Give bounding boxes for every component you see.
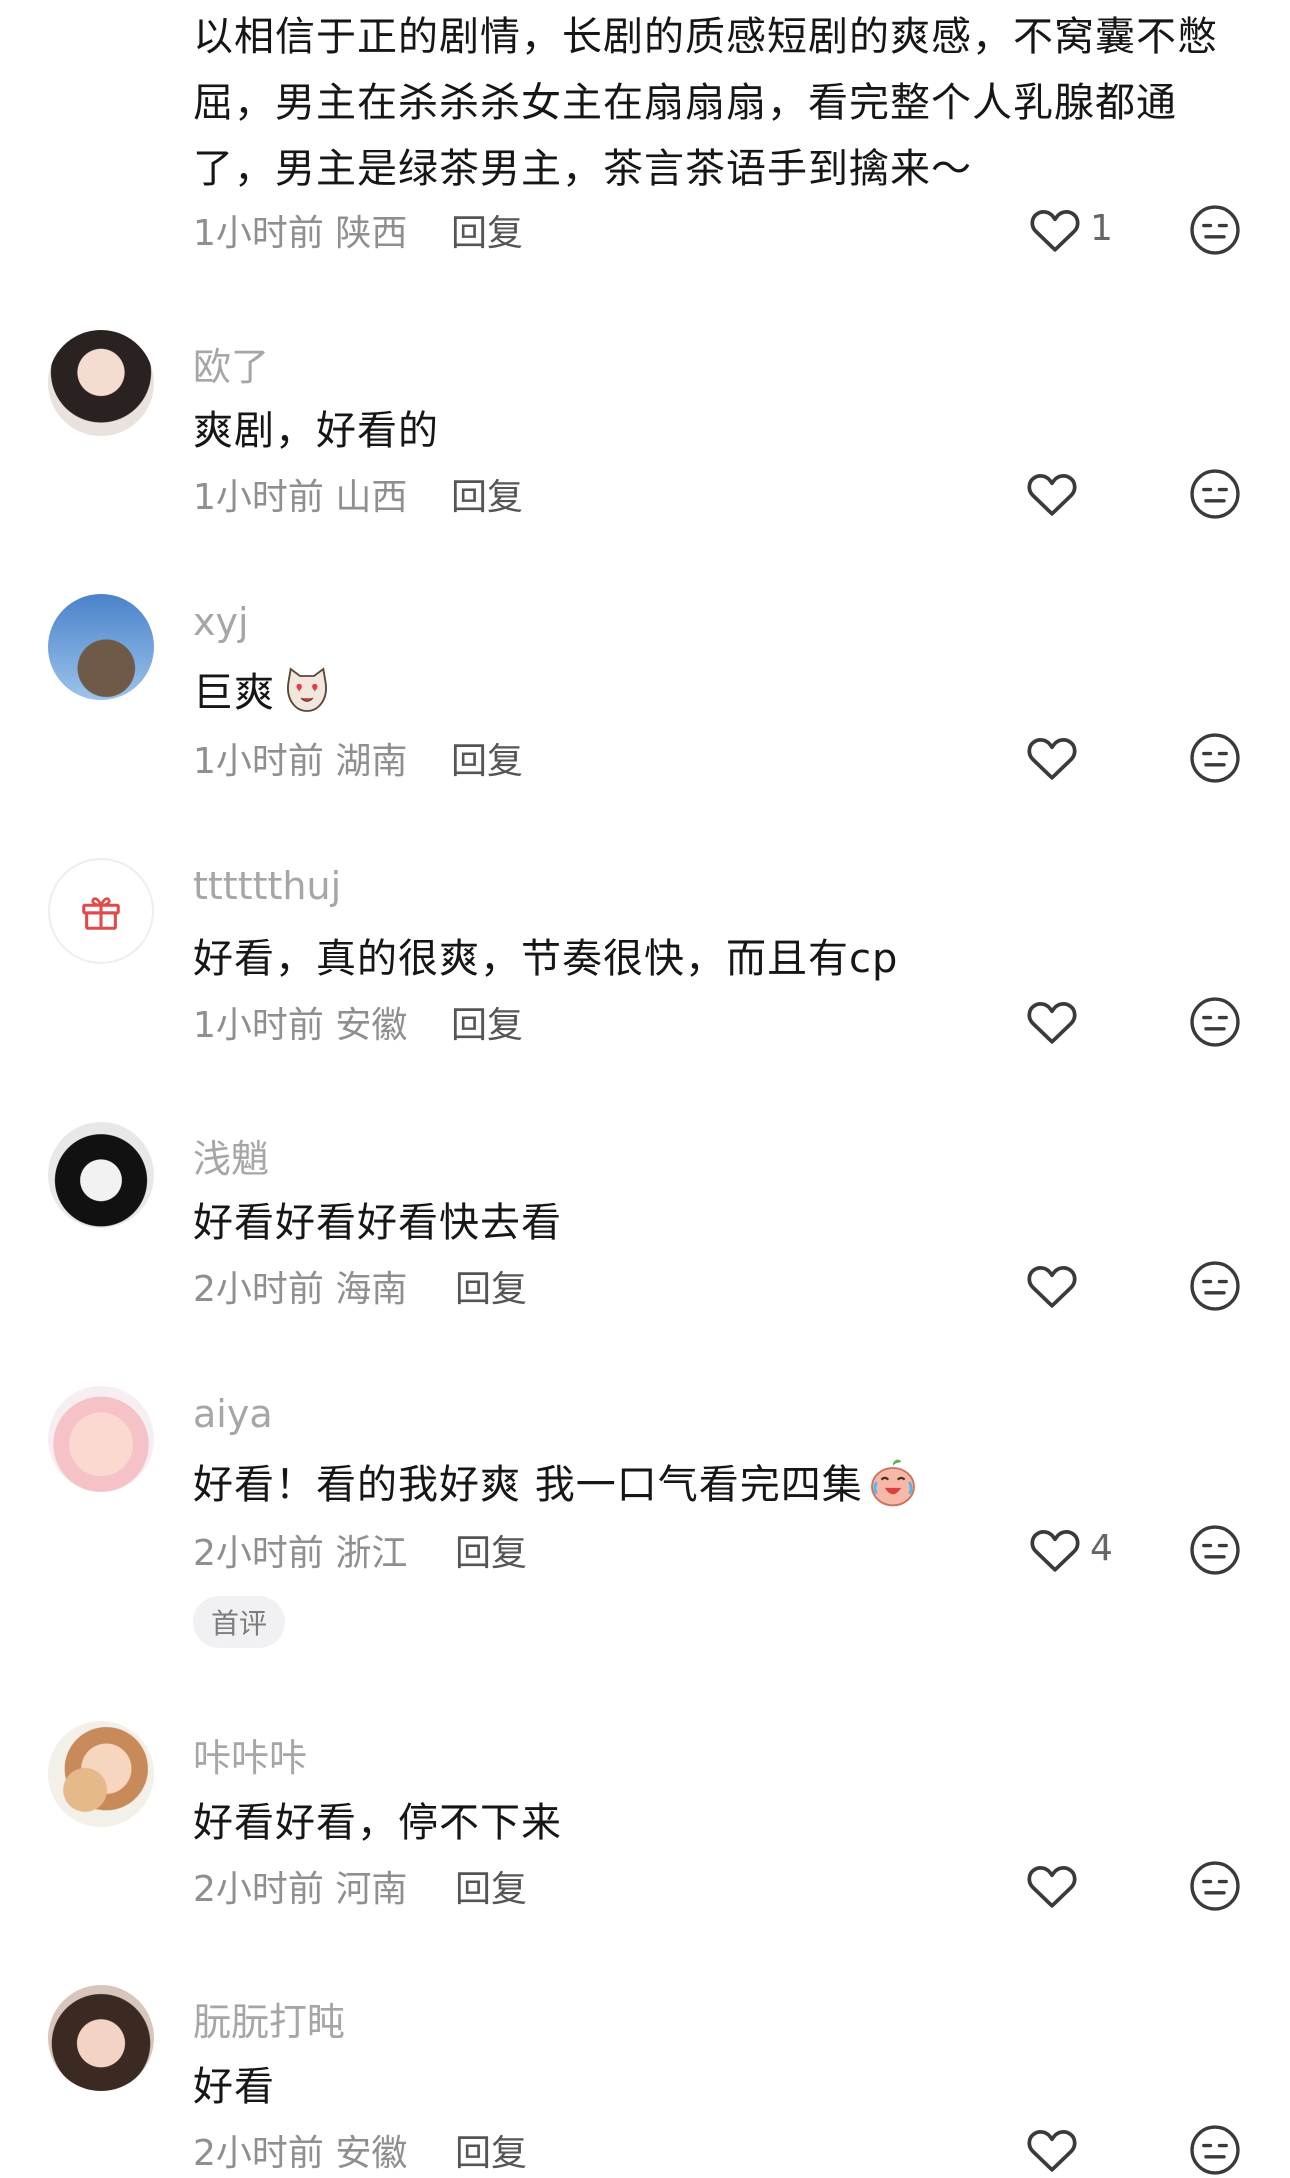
neutral-face-icon[interactable] (1188, 995, 1242, 1049)
comment-region: 海南 (335, 1269, 408, 1310)
avatar[interactable] (48, 330, 154, 436)
comment-time: 1小时前 (193, 213, 324, 254)
avatar[interactable] (48, 1122, 154, 1228)
neutral-face-icon[interactable] (1188, 1259, 1242, 1313)
comment-text-body: 好看！看的我好爽 我一口气看完四集 (193, 1462, 863, 1508)
comment-time: 1小时前 (193, 741, 324, 782)
heart-outline-icon[interactable] (1027, 1522, 1083, 1578)
neutral-face-icon[interactable] (1188, 203, 1242, 257)
heart-outline-icon[interactable] (1024, 2122, 1080, 2178)
username[interactable]: xyj (193, 600, 249, 644)
username[interactable]: 欧了 (193, 336, 269, 391)
comment-meta: 2小时前 海南 (193, 1260, 407, 1312)
comment-region: 安徽 (335, 2133, 408, 2174)
reply-button[interactable]: 回复 (451, 732, 523, 784)
comment-text: 好看好看好看快去看 (193, 1200, 562, 1246)
comment-region: 陕西 (335, 213, 408, 254)
comment-text: 好看，真的很爽，节奏很快，而且有cp (193, 936, 899, 982)
comment-text: 好看！看的我好爽 我一口气看完四集 (193, 1452, 921, 1510)
comment-text: 好看好看，停不下来 (193, 1800, 562, 1846)
username[interactable]: 朊朊打盹 (193, 1991, 345, 2046)
reply-button[interactable]: 回复 (455, 2124, 527, 2176)
heart-outline-icon[interactable] (1024, 466, 1080, 522)
comment-text-line: 以相信于正的剧情，长剧的质感短剧的爽感，不窝囊不憋 (193, 14, 1218, 60)
avatar[interactable] (48, 1985, 154, 2091)
comment-time: 2小时前 (193, 1533, 324, 1574)
comment-time: 2小时前 (193, 1269, 324, 1310)
reply-button[interactable]: 回复 (451, 468, 523, 520)
username[interactable]: 咔咔咔 (193, 1727, 307, 1782)
comment-text-line: 屈，男主在杀杀杀女主在扇扇扇，看完整个人乳腺都通 (193, 80, 1177, 126)
comment-region: 湖南 (335, 741, 408, 782)
comment-region: 安徽 (335, 1005, 408, 1046)
comment-meta: 1小时前 陕西 (193, 204, 407, 256)
comment-region: 浙江 (335, 1533, 408, 1574)
comment-time: 2小时前 (193, 2133, 324, 2174)
neutral-face-icon[interactable] (1188, 1859, 1242, 1913)
first-comment-badge: 首评 (193, 1596, 286, 1648)
comment-time: 1小时前 (193, 1005, 324, 1046)
heart-outline-icon[interactable] (1024, 1258, 1080, 1314)
avatar[interactable] (48, 1386, 154, 1492)
heart-outline-icon[interactable] (1027, 202, 1083, 258)
neutral-face-icon[interactable] (1188, 2123, 1242, 2177)
avatar[interactable] (48, 594, 154, 700)
heart-outline-icon[interactable] (1024, 1858, 1080, 1914)
crying-laughing-emoji-icon (870, 1459, 915, 1507)
comment-text: 以相信于正的剧情，长剧的质感短剧的爽感，不窝囊不憋 屈，男主在杀杀杀女主在扇扇扇… (193, 4, 1218, 202)
comment-meta: 1小时前 安徽 (193, 996, 407, 1048)
heart-outline-icon[interactable] (1024, 730, 1080, 786)
comment-text: 巨爽 (193, 660, 335, 718)
username[interactable]: aiya (193, 1392, 273, 1436)
reply-button[interactable]: 回复 (451, 204, 523, 256)
like-count: 1 (1090, 208, 1113, 249)
comment-meta: 1小时前 湖南 (193, 732, 407, 784)
comment-time: 1小时前 (193, 477, 324, 518)
comment-meta: 2小时前 河南 (193, 1860, 407, 1912)
gift-box-icon (82, 897, 120, 930)
reply-button[interactable]: 回复 (455, 1260, 527, 1312)
comment-meta: 1小时前 山西 (193, 468, 407, 520)
neutral-face-icon[interactable] (1188, 467, 1242, 521)
username[interactable]: 浅魈 (193, 1128, 269, 1183)
comment-text-body: 巨爽 (193, 670, 275, 716)
comment-time: 2小时前 (193, 1869, 324, 1910)
heart-eyes-cat-emoji-icon (287, 667, 327, 712)
comment-region: 山西 (335, 477, 408, 518)
reply-button[interactable]: 回复 (455, 1524, 527, 1576)
heart-outline-icon[interactable] (1024, 994, 1080, 1050)
neutral-face-icon[interactable] (1188, 1523, 1242, 1577)
username[interactable]: tttttthuj (193, 864, 341, 908)
avatar[interactable] (48, 1721, 154, 1827)
reply-button[interactable]: 回复 (451, 996, 523, 1048)
comment-text-line: 了，男主是绿茶男主，茶言茶语手到擒来～ (193, 146, 972, 192)
avatar[interactable] (48, 858, 154, 964)
comment-text: 好看 (193, 2064, 275, 2110)
comment-region: 河南 (335, 1869, 408, 1910)
like-count: 4 (1090, 1528, 1113, 1569)
neutral-face-icon[interactable] (1188, 731, 1242, 785)
comment-meta: 2小时前 浙江 (193, 1524, 407, 1576)
comment-meta: 2小时前 安徽 (193, 2124, 407, 2176)
comment-text: 爽剧，好看的 (193, 408, 439, 454)
reply-button[interactable]: 回复 (455, 1860, 527, 1912)
